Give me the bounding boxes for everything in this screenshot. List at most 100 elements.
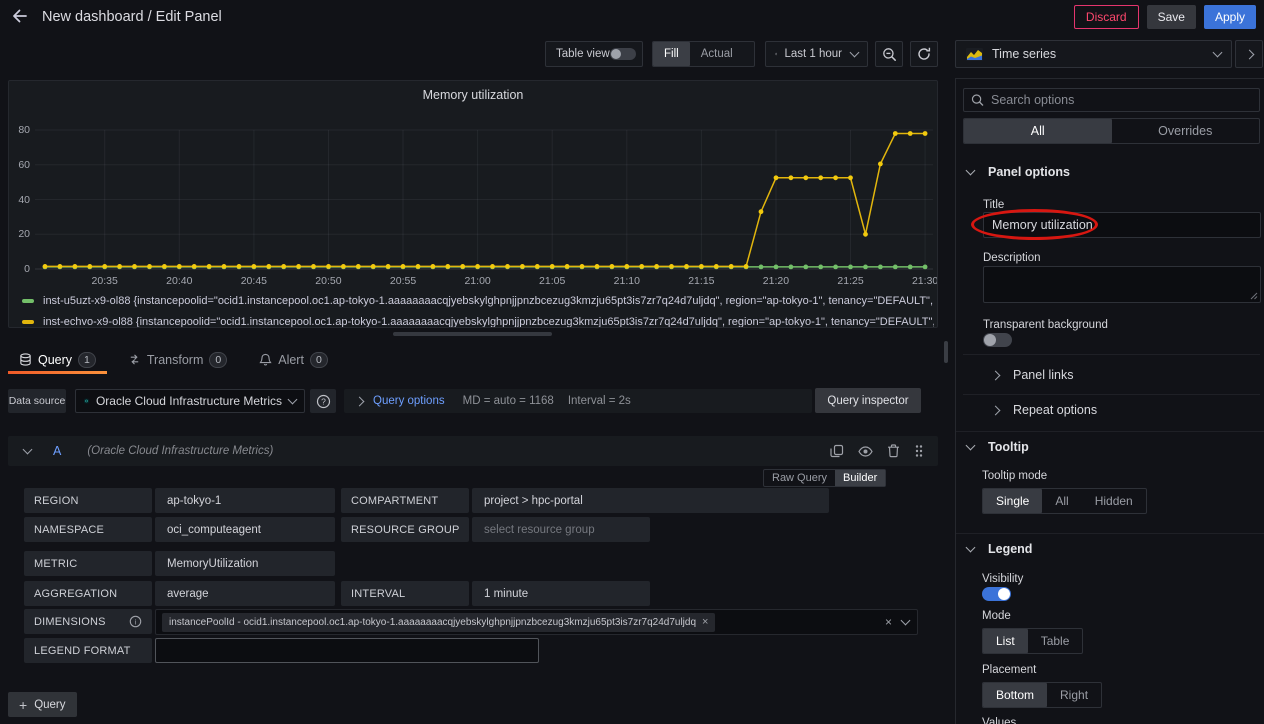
legend-values-label: Values [982, 717, 1016, 724]
x-tick-label: 21:25 [821, 275, 881, 287]
discard-button[interactable]: Discard [1074, 5, 1139, 29]
zoom-out-button[interactable] [875, 41, 903, 67]
tooltip-hidden-option[interactable]: Hidden [1082, 489, 1146, 513]
section-panel-options[interactable]: Panel options [967, 165, 1070, 179]
dimension-chip[interactable]: instancePoolId - ocid1.instancepool.oc1.… [162, 613, 715, 632]
description-label: Description [983, 252, 1041, 264]
legend-mode-list-option[interactable]: List [983, 629, 1028, 653]
table-view-switch[interactable] [610, 48, 636, 60]
legend-placement-right-option[interactable]: Right [1047, 683, 1101, 707]
save-button[interactable]: Save [1147, 5, 1196, 29]
drag-handle-icon[interactable] [914, 444, 924, 458]
panel-links-collapsible[interactable]: Panel links [963, 361, 1260, 389]
chevron-right-icon [991, 370, 1001, 380]
chevron-down-icon [23, 445, 33, 455]
resize-handle-icon[interactable] [1250, 292, 1258, 300]
page-title: New dashboard / Edit Panel [42, 9, 222, 25]
dimensions-label: DIMENSIONS i [24, 609, 152, 634]
tooltip-all-option[interactable]: All [1042, 489, 1081, 513]
visualization-label: Time series [992, 47, 1056, 61]
legend-format-input[interactable] [155, 638, 539, 663]
tab-transform[interactable]: Transform 0 [117, 345, 238, 374]
namespace-select[interactable]: oci_computeagent [155, 517, 335, 542]
aggregation-select[interactable]: average [155, 581, 335, 606]
query-options-strip[interactable]: Query options MD = auto = 1168 Interval … [344, 389, 812, 413]
compartment-label: COMPARTMENT [341, 488, 469, 513]
raw-query-option[interactable]: Raw Query [764, 470, 835, 486]
query-options-label[interactable]: Query options [373, 395, 445, 407]
chevron-down-icon [966, 543, 976, 553]
resource-group-select[interactable]: select resource group [472, 517, 650, 542]
clear-all-icon[interactable]: × [885, 615, 892, 629]
options-tab-overrides[interactable]: Overrides [1112, 119, 1260, 143]
add-query-button[interactable]: + Query [8, 692, 77, 717]
datasource-picker[interactable]: Oracle Cloud Infrastructure Metrics [75, 389, 305, 413]
legend-placement-group: Bottom Right [982, 682, 1102, 708]
chevron-down-icon [850, 48, 860, 58]
time-range-picker[interactable]: Last 1 hour [765, 41, 868, 67]
apply-button[interactable]: Apply [1204, 5, 1256, 29]
legend-visibility-toggle[interactable] [982, 587, 1011, 601]
chevron-down-icon[interactable] [901, 616, 911, 626]
timeseries-viz-icon [966, 48, 983, 61]
collapse-options-pane-button[interactable] [1235, 40, 1263, 68]
builder-option[interactable]: Builder [835, 470, 885, 486]
region-select[interactable]: ap-tokyo-1 [155, 488, 335, 513]
section-tooltip[interactable]: Tooltip [967, 440, 1029, 454]
question-circle-icon: ? [316, 394, 331, 409]
title-label: Title [983, 199, 1004, 211]
x-tick-label: 20:45 [224, 275, 284, 287]
table-view-toggle[interactable]: Table view [545, 41, 643, 67]
query-ref-id: A [53, 444, 61, 458]
pane-splitter-handle[interactable] [393, 332, 552, 336]
y-tick-label: 20 [9, 228, 30, 240]
metric-select[interactable]: MemoryUtilization [155, 551, 335, 576]
options-search-input[interactable] [991, 93, 1252, 107]
transparent-background-toggle[interactable] [983, 333, 1012, 347]
datasource-value: Oracle Cloud Infrastructure Metrics [96, 394, 282, 408]
legend-item[interactable]: inst-echvo-x9-ol88 {instancepoolid="ocid… [22, 312, 934, 328]
back-arrow-icon[interactable] [10, 6, 32, 28]
legend-placement-bottom-option[interactable]: Bottom [983, 683, 1047, 707]
chip-remove-icon[interactable]: × [702, 616, 708, 628]
options-tab-all[interactable]: All [964, 119, 1112, 143]
eye-icon[interactable] [858, 444, 873, 459]
tab-query[interactable]: Query 1 [8, 345, 107, 374]
resource-group-label: RESOURCE GROUP [341, 517, 469, 542]
legend-mode-table-option[interactable]: Table [1028, 629, 1083, 653]
legend-series-label[interactable]: inst-u5uzt-x9-ol88 {instancepoolid="ocid… [43, 295, 934, 307]
query-options-md: MD = auto = 1168 [463, 395, 554, 407]
dimensions-field[interactable]: instancePoolId - ocid1.instancepool.oc1.… [155, 609, 918, 635]
top-header: New dashboard / Edit Panel Discard Save … [0, 0, 1264, 34]
legend-series-label[interactable]: inst-echvo-x9-ol88 {instancepoolid="ocid… [43, 316, 934, 328]
visualization-picker[interactable]: Time series [955, 40, 1232, 68]
repeat-options-collapsible[interactable]: Repeat options [963, 396, 1260, 424]
vertical-scrollbar[interactable] [944, 341, 948, 363]
tab-label: Query [38, 353, 72, 367]
compartment-select[interactable]: project > hpc-portal [472, 488, 829, 513]
query-datasource-hint: (Oracle Cloud Infrastructure Metrics) [87, 445, 273, 457]
tooltip-single-option[interactable]: Single [983, 489, 1042, 513]
panel-description-textarea[interactable] [983, 266, 1261, 303]
query-row-header[interactable]: A (Oracle Cloud Infrastructure Metrics) [8, 436, 938, 466]
legend-swatch [22, 320, 34, 324]
chevron-right-icon [355, 396, 365, 406]
y-tick-label: 40 [9, 194, 30, 206]
x-tick-label: 21:30 [895, 275, 938, 287]
panel-title-input[interactable]: Memory utilization [983, 212, 1261, 238]
refresh-button[interactable] [910, 41, 938, 67]
options-search[interactable] [963, 88, 1260, 112]
trash-icon[interactable] [887, 444, 900, 458]
table-view-label: Table view [556, 48, 610, 60]
fill-actual-segmented: Fill Actual [652, 41, 755, 67]
tab-alert[interactable]: Alert 0 [248, 345, 339, 374]
datasource-help-button[interactable]: ? [310, 389, 336, 413]
section-legend[interactable]: Legend [967, 542, 1032, 556]
actual-option[interactable]: Actual [690, 42, 744, 66]
panel-options-pane: All Overrides Panel options Title Memory… [955, 78, 1264, 724]
query-inspector-button[interactable]: Query inspector [815, 388, 921, 413]
fill-option[interactable]: Fill [653, 42, 690, 66]
legend-item[interactable]: inst-u5uzt-x9-ol88 {instancepoolid="ocid… [22, 291, 934, 311]
interval-select[interactable]: 1 minute [472, 581, 650, 606]
copy-icon[interactable] [830, 444, 844, 458]
